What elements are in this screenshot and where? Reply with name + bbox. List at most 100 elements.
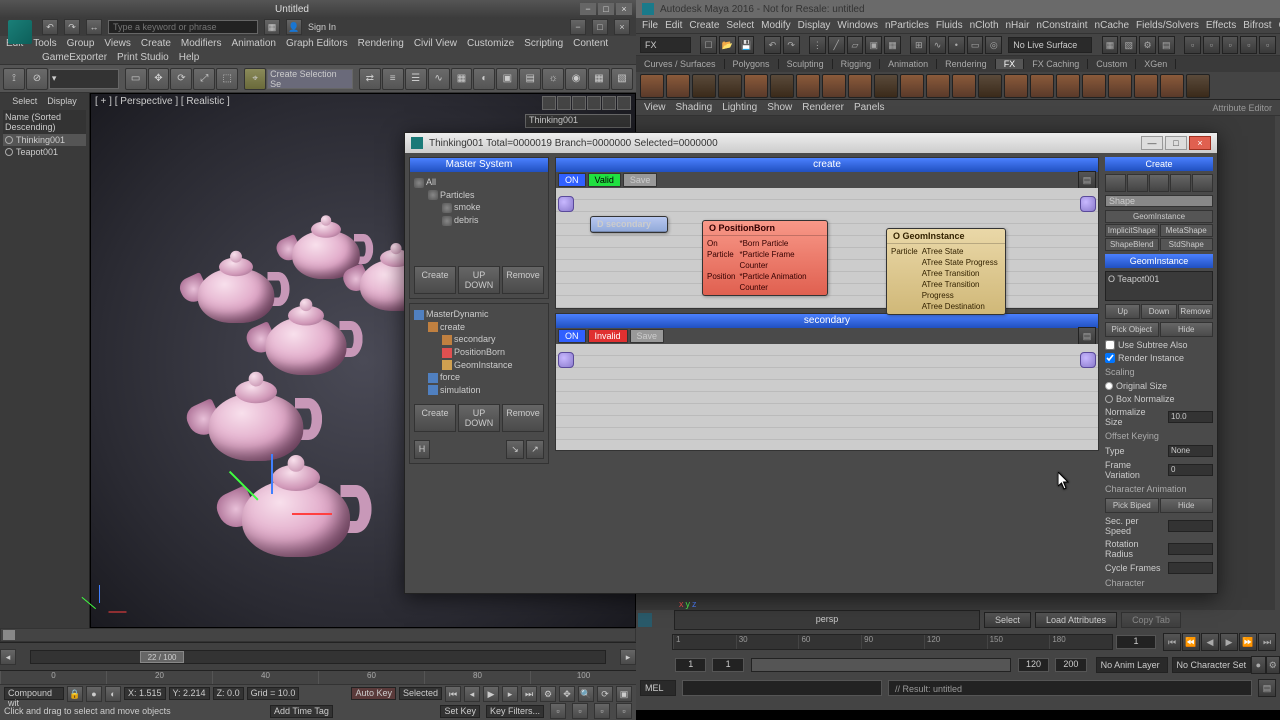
h-button[interactable]: H	[414, 440, 430, 459]
menu-civilview[interactable]: Civil View	[414, 38, 457, 49]
shelf-btn[interactable]	[1030, 74, 1054, 98]
goto-start-icon[interactable]: ⏮	[445, 686, 461, 702]
menu-help[interactable]: Help	[179, 52, 200, 63]
time-slider[interactable]: ◂ 22 / 100 ▸	[0, 642, 636, 670]
maya-time-ruler[interactable]: 1 30 60 90 120 150 180	[672, 634, 1113, 650]
shelf-btn[interactable]	[822, 74, 846, 98]
tab-shapeblend[interactable]: ShapeBlend	[1105, 238, 1159, 251]
shelf-btn[interactable]	[952, 74, 976, 98]
shelf-btn[interactable]	[666, 74, 690, 98]
viewport-hscroll[interactable]	[0, 628, 636, 642]
move-icon[interactable]: ✥	[148, 68, 170, 90]
cat-2-icon[interactable]	[1127, 174, 1148, 192]
shelf-btn[interactable]	[900, 74, 924, 98]
named-selection-dropdown[interactable]: Create Selection Se	[267, 69, 353, 89]
panel-2-icon[interactable]: ▫	[1203, 36, 1220, 54]
tab-stdshape[interactable]: StdShape	[1160, 238, 1214, 251]
graph-secondary-header[interactable]: secondary	[556, 314, 1098, 328]
tab-metashape[interactable]: MetaShape	[1160, 224, 1214, 237]
m-select[interactable]: Select	[726, 20, 754, 31]
pm-lighting[interactable]: Lighting	[722, 102, 757, 113]
keymode-dropdown[interactable]: Selected	[399, 687, 442, 700]
range-start[interactable]: 1	[675, 658, 706, 672]
m-edit[interactable]: Edit	[665, 20, 682, 31]
render-set-icon[interactable]: ⚙	[1139, 36, 1156, 54]
menu-animation[interactable]: Animation	[231, 38, 275, 49]
list-item[interactable]: O Teapot001	[1108, 274, 1210, 284]
vp-shade-icon[interactable]	[542, 96, 556, 110]
original-size-radio[interactable]: Original Size	[1105, 381, 1213, 391]
vp-grid-icon[interactable]	[572, 96, 586, 110]
range-slider[interactable]	[751, 658, 1011, 672]
select-link-icon[interactable]: ⟟	[3, 68, 25, 90]
framevar-field[interactable]: 0	[1168, 464, 1213, 476]
m-windows[interactable]: Windows	[837, 20, 878, 31]
save-button[interactable]: Save	[630, 329, 665, 343]
updown-button[interactable]: UPDOWN	[458, 266, 500, 294]
use-subtree-checkbox[interactable]: Use Subtree Also	[1105, 340, 1213, 350]
nav-4-icon[interactable]: ▫	[616, 703, 632, 719]
minimize-icon[interactable]: −	[580, 3, 596, 15]
shelf-sculpt[interactable]: Sculpting	[779, 59, 833, 69]
y-field[interactable]: Y: 2.214	[169, 687, 210, 700]
shelf-btn[interactable]	[874, 74, 898, 98]
render-view-icon[interactable]: ▤	[1158, 36, 1175, 54]
menu-group[interactable]: Group	[67, 38, 95, 49]
play-back-icon[interactable]: ◀	[1201, 633, 1219, 651]
cat-5-icon[interactable]	[1192, 174, 1213, 192]
shelf-btn[interactable]	[1186, 74, 1210, 98]
pickobject-button[interactable]: Pick Object	[1105, 322, 1159, 337]
nav-zoom-icon[interactable]: 🔍	[578, 686, 594, 702]
time-ruler[interactable]: 0 20 40 60 80 100	[0, 670, 636, 684]
shelf-btn[interactable]	[1082, 74, 1106, 98]
panel-1-icon[interactable]: ▫	[1184, 36, 1201, 54]
unlink-icon[interactable]: ⊘	[26, 68, 48, 90]
cycframes-field[interactable]	[1168, 562, 1213, 574]
snap-point-icon[interactable]: •	[948, 36, 965, 54]
key-icon[interactable]: ●	[86, 686, 102, 702]
render-instance-checkbox[interactable]: Render Instance	[1105, 353, 1213, 363]
panel-5-icon[interactable]: ▫	[1259, 36, 1276, 54]
secspeed-field[interactable]	[1168, 520, 1213, 532]
create-button[interactable]: Create	[414, 404, 456, 432]
teapot-icon[interactable]: ◉	[565, 68, 587, 90]
snap-plane-icon[interactable]: ▭	[967, 36, 984, 54]
render-last-icon[interactable]: ▧	[611, 68, 633, 90]
search-input[interactable]	[108, 20, 258, 34]
shelf-btn[interactable]	[1160, 74, 1184, 98]
autokey-button[interactable]: Auto Key	[351, 687, 396, 700]
maximize-icon[interactable]: □	[598, 3, 614, 15]
nav-3-icon[interactable]: ▫	[594, 703, 610, 719]
m-nconstraint[interactable]: nConstraint	[1036, 20, 1087, 31]
shape-dropdown[interactable]: Shape	[1105, 195, 1213, 207]
keyfilters-button[interactable]: Key Filters...	[486, 705, 544, 718]
m-fluids[interactable]: Fluids	[936, 20, 963, 31]
keymode-icon[interactable]: ◐	[105, 686, 121, 702]
shelf-btn[interactable]	[1134, 74, 1158, 98]
redo-icon[interactable]: ↷	[783, 36, 800, 54]
nav-2-icon[interactable]: ▫	[572, 703, 588, 719]
range-start-b[interactable]: 1	[712, 658, 743, 672]
open-icon[interactable]: 📂	[719, 36, 736, 54]
menu-create[interactable]: Create	[141, 38, 171, 49]
module-dropdown[interactable]: FX	[640, 37, 691, 53]
shelf-btn[interactable]	[796, 74, 820, 98]
create-button[interactable]: Create	[414, 266, 456, 294]
range-end-b[interactable]: 200	[1055, 658, 1086, 672]
groups-tree[interactable]: All Particles smoke debris	[410, 172, 548, 262]
command-input[interactable]	[682, 680, 882, 696]
charset-dropdown[interactable]: No Character Set	[1172, 657, 1252, 673]
explorer-header[interactable]: Name (Sorted Descending)	[3, 110, 86, 134]
cat-1-icon[interactable]	[1105, 174, 1126, 192]
z-field[interactable]: Z: 0.0	[213, 687, 244, 700]
output-port-icon[interactable]	[1080, 196, 1096, 212]
animlayer-dropdown[interactable]: No Anim Layer	[1096, 657, 1168, 673]
shelf-fx[interactable]: FX	[996, 59, 1025, 69]
autokey-icon[interactable]: ●	[1251, 656, 1265, 674]
align-icon[interactable]: ≡	[382, 68, 404, 90]
render-setup-icon[interactable]: ▣	[496, 68, 518, 90]
step-back-icon[interactable]: ⏪	[1182, 633, 1200, 651]
goto-start-icon[interactable]: ⏮	[1163, 633, 1181, 651]
x-field[interactable]: X: 1.515	[124, 687, 166, 700]
prefs-icon[interactable]: ⚙	[1266, 656, 1280, 674]
